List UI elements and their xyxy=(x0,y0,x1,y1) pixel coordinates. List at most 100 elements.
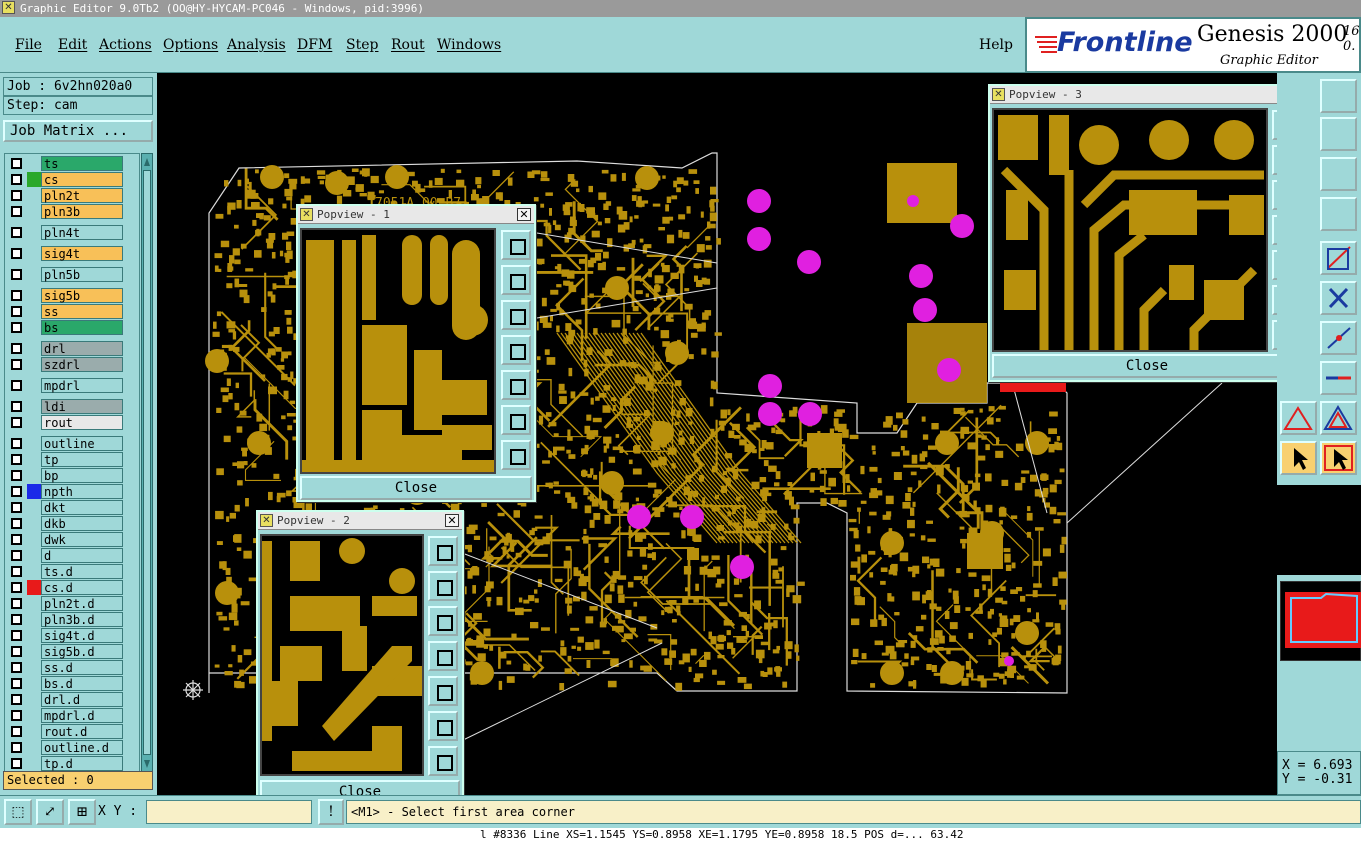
layer-name[interactable]: mpdrl xyxy=(41,378,123,393)
layer-row-bp[interactable]: bp xyxy=(5,468,139,483)
layer-color-swatch[interactable] xyxy=(27,532,41,547)
popview-2-tool-2[interactable] xyxy=(428,571,458,601)
layer-color-swatch[interactable] xyxy=(27,740,41,755)
layer-checkbox[interactable] xyxy=(11,470,22,481)
layer-name[interactable]: bp xyxy=(41,468,123,483)
triangle-tool-icon[interactable] xyxy=(1280,401,1317,435)
triangle-blue-tool-icon[interactable] xyxy=(1320,401,1357,435)
layer-checkbox[interactable] xyxy=(11,678,22,689)
popview-1-tool-7[interactable] xyxy=(501,440,531,470)
layer-checkbox[interactable] xyxy=(11,502,22,513)
popview-1-close-icon[interactable]: ✕ xyxy=(517,208,531,221)
layer-color-swatch[interactable] xyxy=(27,357,41,372)
popview-2-tool-5[interactable] xyxy=(428,676,458,706)
layer-row-rout-d[interactable]: rout.d xyxy=(5,724,139,739)
layer-checkbox[interactable] xyxy=(11,438,22,449)
layer-row-npth[interactable]: npth xyxy=(5,484,139,499)
layer-row-dkb[interactable]: dkb xyxy=(5,516,139,531)
layer-checkbox[interactable] xyxy=(11,380,22,391)
layer-name[interactable]: pln3b.d xyxy=(41,612,123,627)
measure-icon[interactable] xyxy=(1320,241,1357,275)
layer-checkbox[interactable] xyxy=(11,518,22,529)
layer-row-pln5b[interactable]: pln5b xyxy=(5,267,139,282)
layer-row-pln2t[interactable]: pln2t xyxy=(5,188,139,203)
layer-color-swatch[interactable] xyxy=(27,188,41,203)
popview-3-menu-icon[interactable]: ✕ xyxy=(992,88,1005,101)
popview-2-view[interactable] xyxy=(260,534,424,776)
layer-checkbox[interactable] xyxy=(11,598,22,609)
layer-row-cs-d[interactable]: cs.d xyxy=(5,580,139,595)
menu-file[interactable]: File xyxy=(15,37,42,53)
layer-name[interactable]: pln2t xyxy=(41,188,123,203)
layer-row-cs[interactable]: cs xyxy=(5,172,139,187)
popview-1-window[interactable]: ✕ Popview - 1 ✕ Close xyxy=(296,204,536,502)
layer-color-swatch[interactable] xyxy=(27,288,41,303)
layer-row-ss-d[interactable]: ss.d xyxy=(5,660,139,675)
layer-color-swatch[interactable] xyxy=(27,724,41,739)
layer-name[interactable]: sig5b xyxy=(41,288,123,303)
layer-color-swatch[interactable] xyxy=(27,436,41,451)
layer-row-bs[interactable]: bs xyxy=(5,320,139,335)
layer-color-swatch[interactable] xyxy=(27,692,41,707)
layer-checkbox[interactable] xyxy=(11,248,22,259)
popview-2-tool-6[interactable] xyxy=(428,711,458,741)
layer-name[interactable]: ss xyxy=(41,304,123,319)
layer-name[interactable]: sig4t xyxy=(41,246,123,261)
layer-name[interactable]: rout.d xyxy=(41,724,123,739)
layer-color-swatch[interactable] xyxy=(27,484,41,499)
scroll-up-icon[interactable] xyxy=(144,156,150,166)
layer-checkbox[interactable] xyxy=(11,662,22,673)
layer-checkbox[interactable] xyxy=(11,290,22,301)
xy-input[interactable] xyxy=(146,800,312,824)
window-menu-icon[interactable]: ✕ xyxy=(2,1,15,14)
layer-name[interactable]: cs.d xyxy=(41,580,123,595)
layer-name[interactable]: ldi xyxy=(41,399,123,414)
menu-step[interactable]: Step xyxy=(346,37,378,53)
popview-2-menu-icon[interactable]: ✕ xyxy=(260,514,273,527)
layer-name[interactable]: npth xyxy=(41,484,123,499)
layer-checkbox[interactable] xyxy=(11,454,22,465)
layer-name[interactable]: sig5b.d xyxy=(41,644,123,659)
job-matrix-button[interactable]: Job Matrix ... xyxy=(3,120,153,142)
layer-checkbox[interactable] xyxy=(11,614,22,625)
select-active-pointer-icon[interactable] xyxy=(1320,441,1357,475)
layer-name[interactable]: dwk xyxy=(41,532,123,547)
layer-name[interactable]: outline xyxy=(41,436,123,451)
menu-edit[interactable]: Edit xyxy=(58,37,87,53)
layer-color-swatch[interactable] xyxy=(27,500,41,515)
popview-1-tool-4[interactable] xyxy=(501,335,531,365)
grid-toggle-icon[interactable]: ⊞ xyxy=(68,799,96,825)
layer-color-swatch[interactable] xyxy=(27,756,41,771)
layer-row-pln4t[interactable]: pln4t xyxy=(5,225,139,240)
popview-1-tool-3[interactable] xyxy=(501,300,531,330)
layer-row-drl-d[interactable]: drl.d xyxy=(5,692,139,707)
layer-row-mpdrl[interactable]: mpdrl xyxy=(5,378,139,393)
popview-1-menu-icon[interactable]: ✕ xyxy=(300,208,313,221)
layer-name[interactable]: bs.d xyxy=(41,676,123,691)
menu-help[interactable]: Help xyxy=(979,37,1013,53)
layer-row-dwk[interactable]: dwk xyxy=(5,532,139,547)
layer-name[interactable]: tp.d xyxy=(41,756,123,771)
info-icon[interactable]: ! xyxy=(318,799,344,825)
layer-row-pln3b[interactable]: pln3b xyxy=(5,204,139,219)
layer-color-swatch[interactable] xyxy=(27,267,41,282)
layer-name[interactable]: pln5b xyxy=(41,267,123,282)
zoom-diagonal-icon[interactable]: ⤢ xyxy=(36,799,64,825)
layer-color-swatch[interactable] xyxy=(27,660,41,675)
zoom-area-icon[interactable]: ⬚ xyxy=(4,799,32,825)
layer-row-pln3b-d[interactable]: pln3b.d xyxy=(5,612,139,627)
layer-list-scrollbar[interactable] xyxy=(141,153,153,773)
popview-2-tool-7[interactable] xyxy=(428,746,458,776)
layer-name[interactable]: sig4t.d xyxy=(41,628,123,643)
layer-checkbox[interactable] xyxy=(11,694,22,705)
layer-row-sig5b-d[interactable]: sig5b.d xyxy=(5,644,139,659)
layer-checkbox[interactable] xyxy=(11,227,22,238)
popview-2-tool-3[interactable] xyxy=(428,606,458,636)
menu-dfm[interactable]: DFM xyxy=(297,37,332,53)
layer-row-sig4t-d[interactable]: sig4t.d xyxy=(5,628,139,643)
layer-row-rout[interactable]: rout xyxy=(5,415,139,430)
layer-color-swatch[interactable] xyxy=(27,596,41,611)
layer-name[interactable]: tp xyxy=(41,452,123,467)
popview-2-close-icon[interactable]: ✕ xyxy=(445,514,459,527)
layer-checkbox[interactable] xyxy=(11,582,22,593)
